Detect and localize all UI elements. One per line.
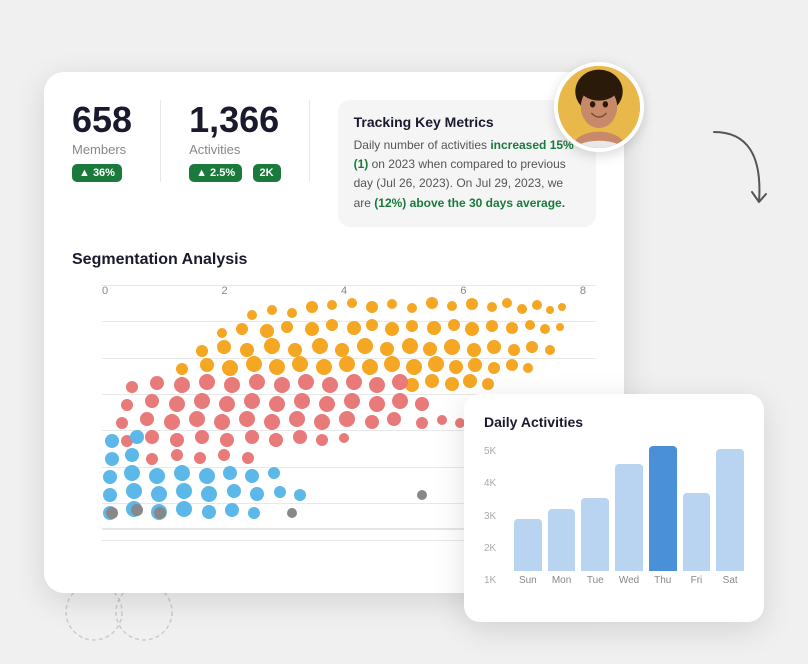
members-metric: 658 Members ▲ 36% — [72, 100, 161, 182]
bar-thu — [649, 446, 677, 571]
bar-sat — [716, 449, 744, 571]
tracking-highlight2: (12%) above the 30 days average. — [374, 196, 565, 210]
bar-col-sun: Sun — [514, 446, 542, 586]
members-number: 658 — [72, 100, 132, 140]
y-label-1k: 1K — [484, 575, 496, 586]
activities-badge: ▲ 2.5% — [189, 164, 242, 182]
bar-label-fri: Fri — [691, 575, 703, 586]
bar-label-sun: Sun — [519, 575, 537, 586]
bar-label-thu: Thu — [654, 575, 671, 586]
y-label-5k: 5K — [484, 446, 496, 457]
bar-col-tue: Tue — [581, 446, 609, 586]
bar-col-sat: Sat — [716, 446, 744, 586]
arrow-decoration — [694, 122, 774, 222]
activities-number: 1,366 — [189, 100, 281, 140]
bar-col-mon: Mon — [548, 446, 576, 586]
activities-2k-badge: 2K — [253, 164, 281, 182]
tracking-text: Daily number of activities increased 15%… — [354, 136, 580, 213]
metrics-row: 658 Members ▲ 36% 1,366 Activities ▲ 2.5… — [72, 100, 596, 227]
bar-sun — [514, 519, 542, 571]
bar-label-tue: Tue — [587, 575, 604, 586]
members-label: Members — [72, 142, 132, 157]
bar-mon — [548, 509, 576, 571]
y-label-2k: 2K — [484, 543, 496, 554]
members-badge: ▲ 36% — [72, 164, 122, 182]
bar-chart: Sun Mon Tue Wed Thu Fri Sat — [484, 446, 744, 586]
tracking-highlight1: increased 15% (1) — [354, 138, 574, 171]
activities-metric: 1,366 Activities ▲ 2.5% 2K — [189, 100, 310, 182]
bar-col-thu: Thu — [649, 446, 677, 586]
y-axis: 5K 4K 3K 2K 1K — [484, 446, 496, 586]
y-label-3k: 3K — [484, 511, 496, 522]
bar-wed — [615, 464, 643, 571]
segmentation-title: Segmentation Analysis — [72, 251, 596, 269]
bar-chart-container: 5K 4K 3K 2K 1K Sun Mon Tue Wed Thu Fri Sat — [484, 446, 744, 606]
daily-activities-title: Daily Activities — [484, 414, 744, 430]
y-label-4k: 4K — [484, 478, 496, 489]
bar-label-wed: Wed — [619, 575, 639, 586]
tracking-title: Tracking Key Metrics — [354, 114, 580, 130]
daily-activities-card: Daily Activities 5K 4K 3K 2K 1K Sun Mon Tu… — [464, 394, 764, 622]
bar-col-wed: Wed — [615, 446, 643, 586]
bar-col-fri: Fri — [683, 446, 711, 586]
bar-label-sat: Sat — [723, 575, 738, 586]
bar-tue — [581, 498, 609, 571]
bar-fri — [683, 493, 711, 571]
activities-label: Activities — [189, 142, 281, 157]
bar-label-mon: Mon — [552, 575, 571, 586]
avatar — [554, 62, 644, 152]
